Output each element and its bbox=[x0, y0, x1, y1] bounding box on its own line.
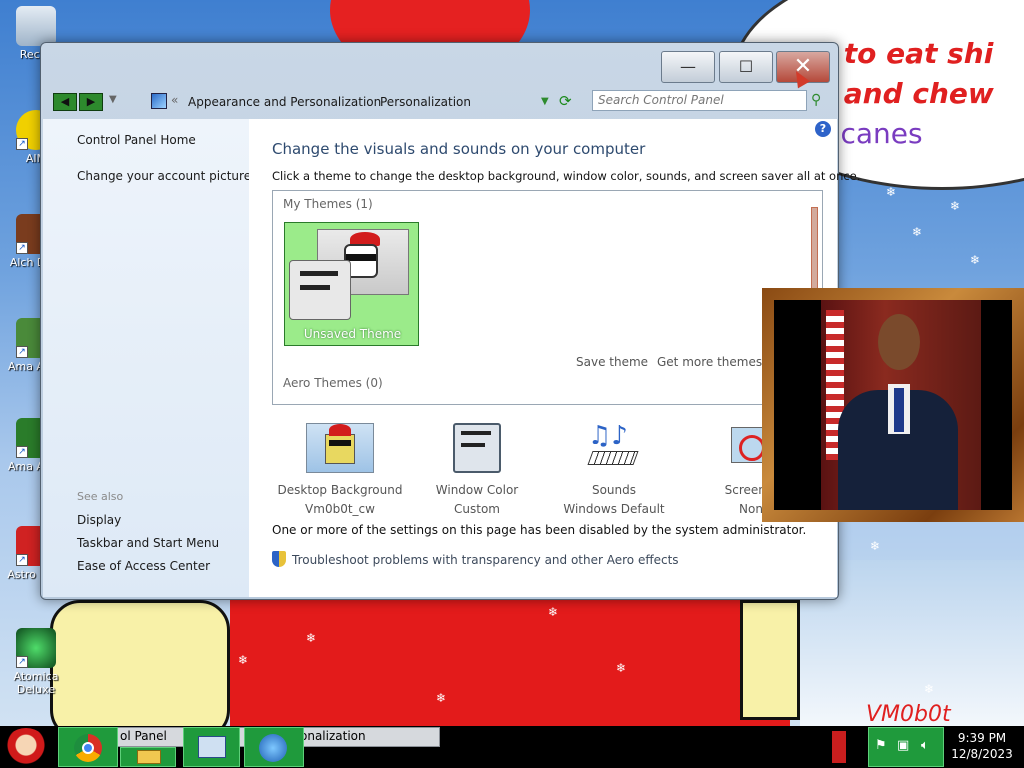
shortcut-arrow-icon: ↗ bbox=[16, 138, 28, 150]
option-label: Sounds bbox=[591, 483, 637, 497]
option-value: Windows Default bbox=[563, 502, 665, 516]
recent-pages-dropdown[interactable]: ▼ bbox=[109, 94, 117, 105]
search-input[interactable]: Search Control Panel bbox=[592, 90, 807, 111]
shield-icon bbox=[272, 551, 286, 567]
cartoon-leg-left bbox=[50, 600, 230, 740]
network-icon[interactable]: ▣ bbox=[897, 738, 909, 753]
watermark-text: VM0b0t bbox=[866, 702, 951, 727]
sidebar: Control Panel Home Change your account p… bbox=[43, 119, 251, 597]
volume-icon[interactable]: 🔈︎ bbox=[921, 738, 929, 753]
window-color-icon bbox=[453, 423, 501, 473]
control-panel-icon bbox=[151, 93, 167, 109]
forward-arrow-icon: ▶ bbox=[86, 95, 96, 108]
my-themes-label: My Themes (1) bbox=[283, 197, 373, 211]
photo-frame-widget[interactable] bbox=[762, 288, 1024, 522]
taskbar-start-menu-link[interactable]: Taskbar and Start Menu bbox=[77, 536, 219, 550]
action-center-icon[interactable]: ⚑ bbox=[875, 738, 887, 753]
notification-flag-icon[interactable] bbox=[832, 731, 846, 763]
bubble-line-1: e to eat shi bbox=[815, 37, 994, 70]
snowflake: ❄ bbox=[306, 631, 317, 645]
breadcrumb-personalization[interactable]: Personalization bbox=[380, 95, 471, 109]
sounds-icon: ♫♪ bbox=[584, 423, 644, 473]
control-panel-window: — ☐ ✕ ◀ ▶ ▼ « Appearance and Personaliza… bbox=[40, 42, 860, 600]
breadcrumb-appearance[interactable]: Appearance and Personalization bbox=[188, 95, 381, 109]
snowflake: ❄ bbox=[870, 539, 881, 553]
save-theme-link[interactable]: Save theme bbox=[576, 355, 648, 369]
theme-window-preview bbox=[289, 260, 351, 320]
folder-icon bbox=[137, 750, 161, 764]
shortcut-arrow-icon: ↗ bbox=[16, 446, 28, 458]
snowflake: ❄ bbox=[616, 661, 627, 675]
taskbar: ol Panel onalization ⚑ ▣ 🔈︎ 9:39 PM 12/8… bbox=[0, 726, 1024, 768]
admin-disabled-message: One or more of the settings on this page… bbox=[272, 523, 807, 537]
search-icon[interactable]: ⚲ bbox=[811, 92, 821, 108]
atomica-icon: ↗ bbox=[16, 628, 56, 668]
chrome-icon bbox=[74, 734, 102, 762]
aero-themes-label: Aero Themes (0) bbox=[283, 376, 383, 390]
taskbar-explorer-button[interactable] bbox=[120, 747, 176, 767]
shortcut-arrow-icon: ↗ bbox=[16, 242, 28, 254]
change-account-picture-link[interactable]: Change your account picture bbox=[77, 169, 251, 183]
sounds-option[interactable]: ♫♪ Sounds Windows Default bbox=[549, 423, 679, 519]
page-description: Click a theme to change the desktop back… bbox=[272, 169, 861, 183]
portrait-photo bbox=[774, 300, 1012, 510]
display-link[interactable]: Display bbox=[77, 513, 121, 527]
control-panel-home-link[interactable]: Control Panel Home bbox=[77, 133, 196, 147]
ease-of-access-link[interactable]: Ease of Access Center bbox=[77, 559, 210, 573]
recycle-bin-icon bbox=[16, 6, 56, 46]
desktop-icon-atomica[interactable]: ↗ Atomica Deluxe bbox=[4, 628, 68, 696]
window-color-option[interactable]: Window Color Custom bbox=[412, 423, 542, 519]
snowflake: ❄ bbox=[548, 605, 559, 619]
theme-tile-unsaved[interactable]: Unsaved Theme bbox=[284, 222, 419, 346]
minimize-button[interactable]: — bbox=[661, 51, 715, 83]
control-panel-icon bbox=[198, 736, 226, 758]
desktop-icon-label: Atomica Deluxe bbox=[13, 670, 59, 696]
see-also-heading: See also bbox=[77, 490, 124, 503]
bubble-line-2: e and chew bbox=[815, 77, 994, 110]
get-more-themes-link[interactable]: Get more themes o bbox=[657, 355, 773, 369]
forward-button[interactable]: ▶ bbox=[79, 93, 103, 111]
cartoon-leg-right bbox=[740, 600, 800, 720]
option-value: Custom bbox=[454, 502, 500, 516]
theme-list-scrollbar-thumb[interactable] bbox=[811, 207, 818, 297]
snowflake: ❄ bbox=[436, 691, 447, 705]
snowflake: ❄ bbox=[238, 653, 249, 667]
taskbar-label-personalization[interactable]: onalization bbox=[300, 729, 366, 743]
maximize-button[interactable]: ☐ bbox=[719, 51, 773, 83]
troubleshoot-link[interactable]: Troubleshoot problems with transparency … bbox=[292, 553, 679, 567]
option-label: Window Color bbox=[435, 483, 519, 497]
system-tray: ⚑ ▣ 🔈︎ bbox=[868, 727, 944, 767]
refresh-icon[interactable]: ⟳ bbox=[559, 92, 572, 110]
option-value: Vm0b0t_cw bbox=[305, 502, 375, 516]
desktop-background-icon bbox=[306, 423, 374, 473]
shortcut-arrow-icon: ↗ bbox=[16, 346, 28, 358]
shortcut-arrow-icon: ↗ bbox=[16, 656, 28, 668]
back-arrow-icon: ◀ bbox=[60, 95, 70, 108]
snowflake: ❄ bbox=[886, 185, 897, 199]
sunglasses-icon bbox=[346, 254, 376, 261]
globe-download-icon bbox=[259, 734, 287, 762]
person-head-image bbox=[878, 314, 920, 370]
address-dropdown-icon[interactable]: ▼ bbox=[541, 96, 549, 107]
back-button[interactable]: ◀ bbox=[53, 93, 77, 111]
theme-list: My Themes (1) Unsaved Theme Save theme G… bbox=[272, 190, 823, 405]
desktop-background-option[interactable]: Desktop Background Vm0b0t_cw bbox=[275, 423, 405, 519]
snowflake: ❄ bbox=[970, 253, 981, 267]
start-button[interactable] bbox=[4, 728, 48, 766]
snowflake: ❄ bbox=[950, 199, 961, 213]
option-label: Desktop Background bbox=[277, 483, 403, 497]
help-icon[interactable]: ? bbox=[815, 121, 831, 137]
snowflake: ❄ bbox=[924, 682, 935, 696]
taskbar-control-panel-button[interactable] bbox=[183, 727, 240, 767]
page-title: Change the visuals and sounds on your co… bbox=[272, 140, 646, 158]
breadcrumb-chevron-icon[interactable]: « bbox=[171, 93, 178, 107]
clock-date: 12/8/2023 bbox=[951, 747, 1013, 761]
clock-time: 9:39 PM bbox=[957, 731, 1007, 745]
theme-name: Unsaved Theme bbox=[303, 327, 402, 341]
taskbar-download-manager-button[interactable] bbox=[244, 727, 304, 767]
system-clock[interactable]: 9:39 PM 12/8/2023 bbox=[948, 730, 1016, 762]
shortcut-arrow-icon: ↗ bbox=[16, 554, 28, 566]
snowflake: ❄ bbox=[912, 225, 923, 239]
taskbar-label-control-panel[interactable]: ol Panel bbox=[120, 729, 167, 743]
